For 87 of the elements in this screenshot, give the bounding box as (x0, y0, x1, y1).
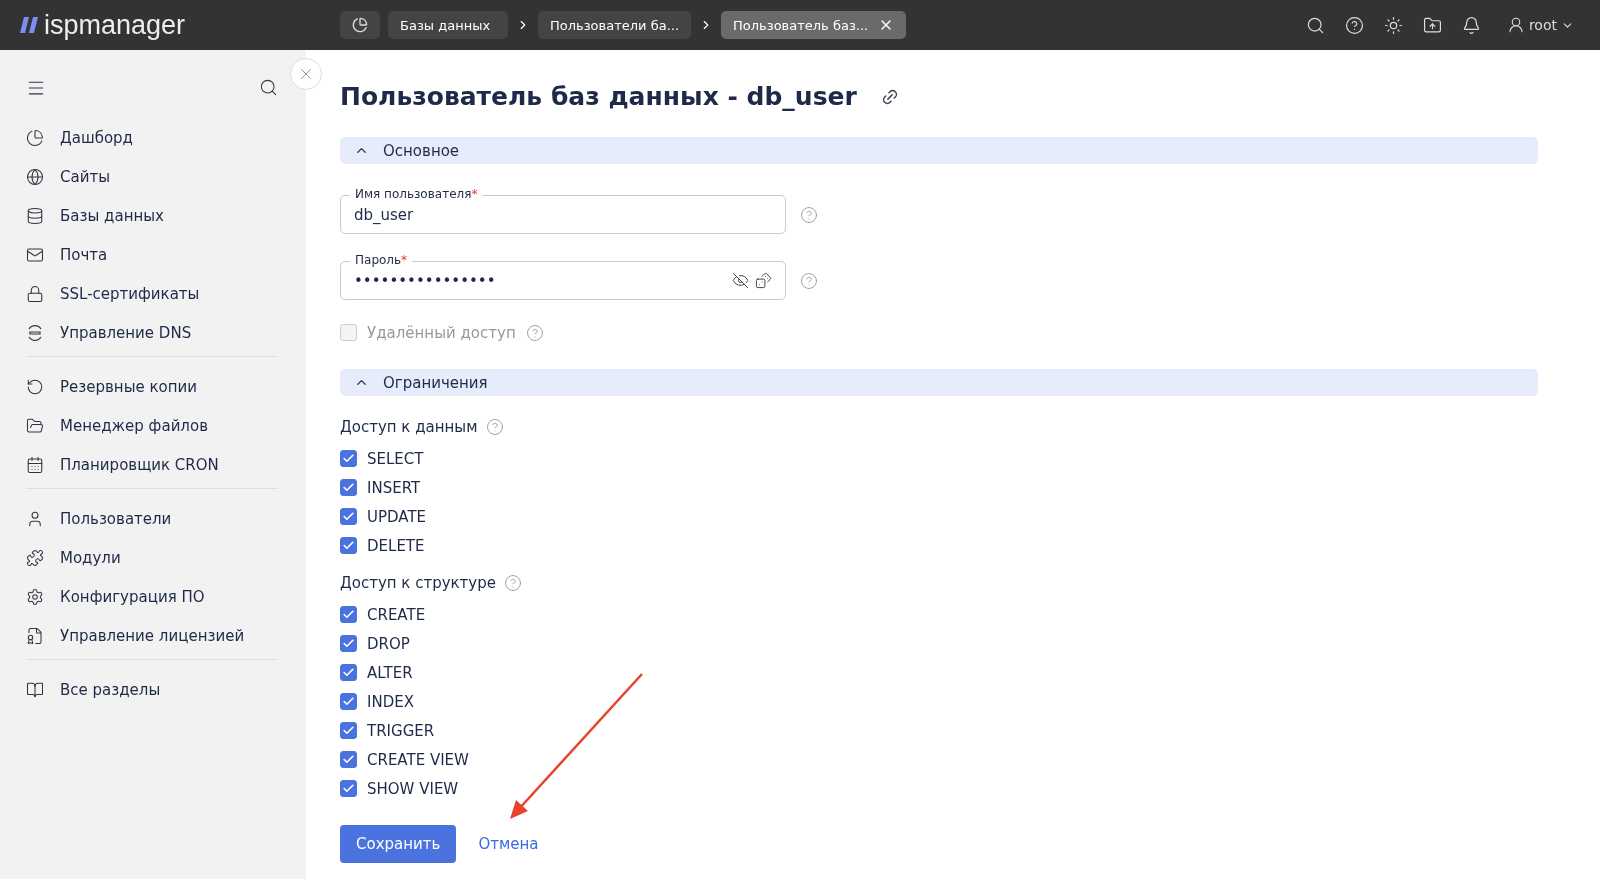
pie-chart-icon (352, 17, 368, 33)
sidebar-item[interactable]: Все разделы (26, 670, 278, 709)
bell-icon[interactable] (1461, 15, 1481, 35)
puzzle-icon (26, 548, 44, 567)
search-icon[interactable] (259, 78, 278, 97)
password-field[interactable]: Пароль* •••••••••••••••• (340, 252, 786, 300)
sidebar-item[interactable]: Резервные копии (26, 367, 278, 406)
dice-icon[interactable] (755, 272, 772, 289)
checkbox-label[interactable]: INDEX (340, 687, 1538, 716)
checkbox-label[interactable]: SHOW VIEW (340, 774, 1538, 803)
sidebar-item[interactable]: Управление лицензией (26, 616, 278, 655)
network-icon (26, 323, 44, 342)
checkbox[interactable] (340, 479, 357, 496)
section-header[interactable]: Ограничения (340, 369, 1538, 396)
field-label: Пароль* (350, 252, 413, 268)
book-icon (26, 680, 44, 699)
dashboard-button[interactable] (340, 11, 380, 39)
check-icon (342, 695, 355, 708)
search-icon[interactable] (1305, 15, 1325, 35)
check-icon (342, 724, 355, 737)
sidebar-item[interactable]: Конфигурация ПО (26, 577, 278, 616)
rotate-icon (26, 377, 44, 396)
checkbox[interactable] (340, 693, 357, 710)
check-icon (342, 510, 355, 523)
checkbox[interactable] (340, 751, 357, 768)
checkbox-label[interactable]: CREATE (340, 600, 1538, 629)
check-icon (342, 608, 355, 621)
sidebar-item[interactable]: Почта (26, 235, 278, 274)
check-icon (342, 452, 355, 465)
checkbox-label[interactable]: TRIGGER (340, 716, 1538, 745)
check-icon (342, 539, 355, 552)
group-title: Доступ к структуре (340, 574, 496, 592)
cancel-link[interactable]: Отмена (478, 835, 539, 853)
checkbox[interactable] (340, 508, 357, 525)
pie-chart-icon (26, 128, 44, 147)
check-icon (342, 481, 355, 494)
folder-icon (26, 416, 44, 435)
eye-off-icon[interactable] (732, 272, 749, 289)
sidebar-item[interactable]: Модули (26, 538, 278, 577)
checkbox-label[interactable]: SELECT (340, 444, 1538, 473)
certificate-icon (26, 626, 44, 645)
folder-upload-icon[interactable] (1422, 15, 1442, 35)
breadcrumb-tab[interactable]: Пользователь баз... (721, 11, 907, 39)
sidebar-item[interactable]: Планировщик CRON (26, 445, 278, 484)
sidebar-item[interactable]: Базы данных (26, 196, 278, 235)
calendar-icon (26, 455, 44, 474)
save-button[interactable]: Сохранить (340, 825, 457, 863)
checkbox[interactable] (340, 664, 357, 681)
check-icon (342, 637, 355, 650)
sidebar-item[interactable]: Дашборд (26, 118, 278, 157)
check-icon (342, 666, 355, 679)
user-icon (26, 509, 44, 528)
input-field[interactable]: Имя пользователя* db_user (340, 186, 786, 234)
section-header[interactable]: Основное (340, 137, 1538, 164)
sidebar-item[interactable]: Сайты (26, 157, 278, 196)
sidebar-item[interactable]: SSL-сертификаты (26, 274, 278, 313)
sun-icon[interactable] (1383, 15, 1403, 35)
checkbox-label[interactable]: ALTER (340, 658, 1538, 687)
checkbox-label[interactable]: UPDATE (340, 502, 1538, 531)
gear-icon (26, 587, 44, 606)
checkbox-label[interactable]: DELETE (340, 531, 1538, 560)
globe-icon (26, 167, 44, 186)
checkbox-label[interactable]: DROP (340, 629, 1538, 658)
logo-text: ispmanager (44, 9, 186, 41)
page-title: Пользователь баз данных - db_user (340, 82, 857, 111)
envelope-icon (26, 245, 44, 264)
database-icon (26, 206, 44, 225)
checkbox[interactable] (340, 606, 357, 623)
checkbox[interactable] (340, 635, 357, 652)
checkbox-label[interactable]: INSERT (340, 473, 1538, 502)
group-title: Доступ к данным (340, 418, 478, 436)
breadcrumb-tab[interactable]: Пользователи ба... (538, 11, 692, 39)
logo-icon (20, 17, 40, 33)
user-menu-button[interactable]: root (1500, 15, 1580, 35)
checkbox[interactable] (340, 537, 357, 554)
checkbox[interactable] (340, 450, 357, 467)
check-icon (342, 753, 355, 766)
breadcrumb-tab[interactable]: Базы данных (388, 11, 508, 39)
sidebar-item[interactable]: Управление DNS (26, 313, 278, 352)
checkbox[interactable] (340, 780, 357, 797)
checkbox-label[interactable]: CREATE VIEW (340, 745, 1538, 774)
check-icon (342, 782, 355, 795)
sidebar-item[interactable]: Менеджер файлов (26, 406, 278, 445)
checkbox[interactable] (340, 722, 357, 739)
user-icon (1506, 16, 1525, 34)
sidebar-item[interactable]: Пользователи (26, 499, 278, 538)
lock-icon (26, 284, 44, 303)
